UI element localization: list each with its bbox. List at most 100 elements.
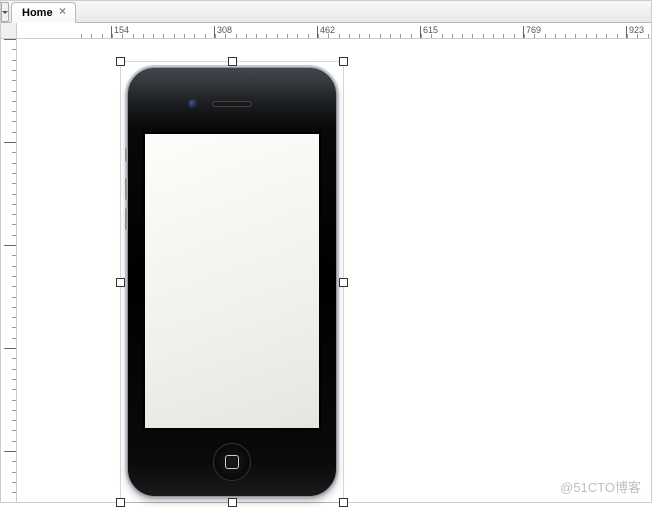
ruler-tick-minor [122, 34, 123, 38]
ruler-tick-minor [627, 34, 628, 38]
ruler-tick-minor [12, 358, 16, 359]
phone-gloss [128, 68, 336, 128]
ruler-tick-minor [215, 34, 216, 38]
ruler-tick-minor [12, 266, 16, 267]
resize-handle-tc[interactable] [228, 57, 237, 66]
ruler-tick-minor [555, 34, 556, 38]
ruler-tick-minor [256, 34, 257, 38]
ruler-tick-minor [411, 34, 412, 38]
ruler-tick-major [4, 451, 16, 452]
ruler-tick-minor [143, 34, 144, 38]
ruler-tick-minor [483, 34, 484, 38]
ruler-tick-major: 769 [523, 26, 541, 38]
ruler-tick-minor [12, 400, 16, 401]
ruler-tick-minor [12, 379, 16, 380]
ruler-tick-minor [369, 34, 370, 38]
ruler-tick-major [4, 142, 16, 143]
ruler-tick-minor [12, 286, 16, 287]
ruler-tick-minor [534, 34, 535, 38]
tab-home[interactable]: Home × [11, 2, 76, 23]
ruler-tick-minor [81, 34, 82, 38]
ruler-tick-major [4, 39, 16, 40]
ruler-tick-minor [349, 34, 350, 38]
ruler-tick-minor [12, 472, 16, 473]
ruler-tick-minor [102, 34, 103, 38]
ruler-tick-minor [617, 34, 618, 38]
ruler-tick-minor [12, 183, 16, 184]
ruler-tick-minor [225, 34, 226, 38]
ruler-tick-minor [565, 34, 566, 38]
speaker-icon [212, 101, 252, 107]
tab-bar: Home × [1, 1, 651, 23]
ruler-tick-minor [12, 132, 16, 133]
ruler-tick-minor [12, 410, 16, 411]
phone-mockup[interactable] [127, 67, 337, 497]
ruler-tick-minor [112, 34, 113, 38]
close-icon[interactable]: × [57, 6, 69, 18]
ruler-tick-minor [12, 91, 16, 92]
ruler-tick-minor [12, 317, 16, 318]
ruler-tick-minor [431, 34, 432, 38]
ruler-tick-major: 154 [111, 26, 129, 38]
ruler-tick-minor [308, 34, 309, 38]
ruler-tick-minor [12, 70, 16, 71]
ruler-tick-minor [12, 276, 16, 277]
ruler-tick-minor [637, 34, 638, 38]
ruler-tick-minor [462, 34, 463, 38]
resize-handle-mr[interactable] [339, 278, 348, 287]
ruler-tick-major [4, 348, 16, 349]
ruler-tick-minor [12, 121, 16, 122]
ruler-tick-major: 462 [317, 26, 335, 38]
ruler-tick-minor [205, 34, 206, 38]
ruler-tick-minor [318, 34, 319, 38]
ruler-tick-minor [12, 482, 16, 483]
ruler-tick-minor [472, 34, 473, 38]
ruler-tick-minor [12, 163, 16, 164]
resize-handle-tr[interactable] [339, 57, 348, 66]
ruler-tick-minor [184, 34, 185, 38]
vertical-ruler[interactable] [1, 39, 17, 502]
ruler-tick-minor [277, 34, 278, 38]
ruler-tick-minor [421, 34, 422, 38]
ruler-tick-minor [606, 34, 607, 38]
ruler-tick-minor [12, 194, 16, 195]
ruler-tick-minor [12, 369, 16, 370]
ruler-tick-minor [380, 34, 381, 38]
ruler-tick-minor [12, 307, 16, 308]
ruler-tick-minor [246, 34, 247, 38]
ruler-tick-minor [545, 34, 546, 38]
design-canvas[interactable] [17, 39, 651, 502]
ruler-tick-minor [328, 34, 329, 38]
camera-icon [188, 99, 197, 108]
ruler-tick-minor [91, 34, 92, 38]
ruler-tick-minor [12, 111, 16, 112]
ruler-tick-minor [12, 214, 16, 215]
tab-dropdown-icon[interactable] [1, 2, 9, 22]
ruler-tick-minor [493, 34, 494, 38]
ruler-tick-minor [359, 34, 360, 38]
ruler-tick-minor [163, 34, 164, 38]
ruler-tick-minor [194, 34, 195, 38]
resize-handle-ml[interactable] [116, 278, 125, 287]
volume-up-icon [125, 178, 128, 200]
ruler-tick-minor [12, 420, 16, 421]
resize-handle-tl[interactable] [116, 57, 125, 66]
ruler-tick-minor [400, 34, 401, 38]
ruler-tick-minor [287, 34, 288, 38]
ruler-tick-minor [524, 34, 525, 38]
ruler-tick-minor [12, 430, 16, 431]
mute-switch-icon [125, 148, 128, 162]
horizontal-ruler[interactable]: 154308462615769923 [17, 23, 651, 39]
ruler-tick-minor [12, 224, 16, 225]
ruler-tick-minor [12, 492, 16, 493]
ruler-tick-minor [442, 34, 443, 38]
ruler-tick-minor [12, 389, 16, 390]
ruler-tick-minor [12, 173, 16, 174]
ruler-tick-major: 923 [626, 26, 644, 38]
ruler-corner [1, 23, 17, 39]
ruler-tick-minor [297, 34, 298, 38]
phone-screen [143, 132, 321, 430]
volume-down-icon [125, 208, 128, 230]
ruler-tick-minor [12, 204, 16, 205]
ruler-tick-minor [12, 60, 16, 61]
